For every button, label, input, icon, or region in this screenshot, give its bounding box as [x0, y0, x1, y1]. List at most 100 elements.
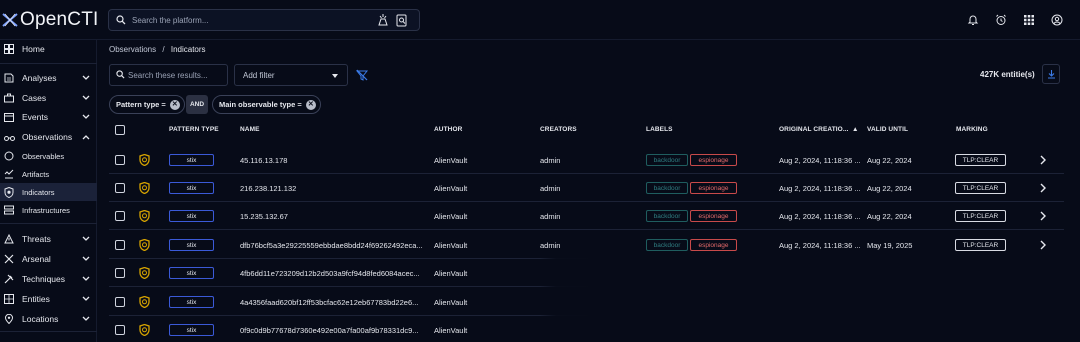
- global-search-input[interactable]: Search the platform...: [108, 9, 420, 31]
- sidebar-item-label: Locations: [22, 314, 59, 324]
- table-row[interactable]: stix 45.116.13.178 AlienVault admin backdoor…: [109, 146, 1064, 174]
- filter-chip-label: Pattern type =: [116, 100, 166, 109]
- sidebar-item-label: Analyses: [22, 73, 57, 83]
- locations-icon: [3, 313, 15, 325]
- chevron-right-icon[interactable]: [1039, 240, 1047, 250]
- sidebar-item-label: Observations: [22, 132, 73, 142]
- user-account-icon[interactable]: [1050, 13, 1064, 27]
- indicator-name: 4a4356faad620bf12ff53bcfac62e12eb67783bd…: [240, 298, 419, 307]
- chevron-right-icon[interactable]: [1039, 211, 1047, 221]
- filter-chip-pattern-type[interactable]: Pattern type = ✕: [109, 95, 185, 114]
- pattern-type-badge: stix: [169, 210, 214, 222]
- filter-operator-and[interactable]: AND: [186, 95, 208, 114]
- sort-ascending-icon[interactable]: ▲: [852, 126, 859, 133]
- indicator-name: 15.235.132.67: [240, 212, 288, 221]
- export-button[interactable]: [1042, 64, 1060, 84]
- label-backdoor: backdoor: [646, 182, 688, 194]
- threats-icon: [3, 233, 15, 245]
- row-checkbox[interactable]: [115, 325, 125, 335]
- pattern-type-badge: stix: [169, 324, 214, 336]
- results-search-input[interactable]: Search these results...: [109, 64, 228, 86]
- sidebar-item-label: Entities: [22, 294, 50, 304]
- add-filter-select[interactable]: Add filter: [234, 64, 348, 86]
- column-header-name[interactable]: NAME: [240, 126, 260, 133]
- artifacts-icon: [3, 168, 15, 180]
- sidebar-item-infrastructures[interactable]: Infrastructures: [0, 201, 97, 219]
- column-header-original-creation[interactable]: ORIGINAL CREATIO...: [779, 126, 849, 133]
- chevron-down-icon: [81, 93, 91, 103]
- row-checkbox[interactable]: [115, 268, 125, 278]
- chevron-up-icon: [81, 132, 91, 142]
- valid-until-cell: Aug 22, 2024: [867, 156, 912, 165]
- label-espionage: espionage: [690, 182, 737, 194]
- author-cell: AlienVault: [434, 212, 468, 221]
- sidebar-item-observables[interactable]: Observables: [0, 147, 97, 165]
- label-espionage: espionage: [690, 154, 737, 166]
- pattern-type-badge: stix: [169, 239, 214, 251]
- indicator-name: 45.116.13.178: [240, 156, 288, 165]
- sidebar-item-label: Indicators: [22, 187, 55, 197]
- column-header-author[interactable]: AUTHOR: [434, 126, 462, 133]
- clear-filters-icon[interactable]: [355, 68, 369, 82]
- sidebar-item-entities[interactable]: Entities: [0, 290, 97, 308]
- row-checkbox[interactable]: [115, 297, 125, 307]
- valid-until-cell: Aug 22, 2024: [867, 184, 912, 193]
- row-checkbox[interactable]: [115, 211, 125, 221]
- events-icon: [3, 111, 15, 123]
- remove-filter-icon[interactable]: ✕: [305, 99, 316, 110]
- sidebar-item-techniques[interactable]: Techniques: [0, 270, 97, 288]
- column-header-valid-until[interactable]: VALID UNTIL: [867, 126, 908, 133]
- indicator-shield-icon: [139, 210, 150, 222]
- row-checkbox[interactable]: [115, 183, 125, 193]
- marking-badge: TLP:CLEAR: [955, 239, 1006, 251]
- apps-grid-icon[interactable]: [1022, 13, 1036, 27]
- sidebar-item-events[interactable]: Events: [0, 108, 97, 126]
- sidebar-item-cases[interactable]: Cases: [0, 89, 97, 107]
- sidebar-item-locations[interactable]: Locations: [0, 310, 97, 328]
- cases-icon: [3, 92, 15, 104]
- sidebar-item-observations[interactable]: Observations: [0, 128, 97, 146]
- sidebar-item-arsenal[interactable]: Arsenal: [0, 250, 97, 268]
- sidebar-item-analyses[interactable]: Analyses: [0, 69, 97, 87]
- arsenal-icon: [3, 253, 15, 265]
- column-header-marking[interactable]: MARKING: [956, 126, 988, 133]
- sidebar-item-indicators[interactable]: Indicators: [0, 183, 97, 201]
- select-all-checkbox[interactable]: [115, 125, 125, 135]
- indicator-shield-icon: [139, 154, 150, 166]
- author-cell: AlienVault: [434, 269, 468, 278]
- sidebar-item-label: Cases: [22, 93, 47, 103]
- notifications-bell-icon[interactable]: [966, 13, 980, 27]
- sidebar-item-home[interactable]: Home: [0, 40, 97, 58]
- creator-cell: admin: [540, 184, 561, 193]
- chevron-down-icon: [81, 254, 91, 264]
- alarm-clock-icon[interactable]: [994, 13, 1008, 27]
- creator-cell: admin: [540, 156, 561, 165]
- dashboard-icon: [3, 43, 15, 55]
- table-row[interactable]: stix 15.235.132.67 AlienVault admin backdoor…: [109, 202, 1064, 230]
- column-header-labels[interactable]: LABELS: [646, 126, 673, 133]
- ask-ai-icon[interactable]: [377, 13, 389, 29]
- filter-chip-main-observable-type[interactable]: Main observable type = ✕: [212, 95, 321, 114]
- remove-filter-icon[interactable]: ✕: [169, 99, 180, 110]
- dropdown-arrow-icon: [332, 74, 338, 78]
- indicator-shield-icon: [139, 239, 150, 251]
- opencti-logo[interactable]: OpenCTI: [2, 7, 99, 33]
- chevron-right-icon[interactable]: [1039, 155, 1047, 165]
- table-row[interactable]: stix dfb76bcf5a3e29225559ebbdae8bdd24f692…: [109, 231, 1064, 259]
- sidebar-item-artifacts[interactable]: Artifacts: [0, 165, 97, 183]
- row-checkbox[interactable]: [115, 155, 125, 165]
- chevron-right-icon[interactable]: [1039, 183, 1047, 193]
- advanced-search-icon[interactable]: [396, 13, 408, 29]
- indicator-name: dfb76bcf5a3e29225559ebbdae8bdd24f6926249…: [240, 241, 423, 250]
- table-row[interactable]: stix 216.238.121.132 AlienVault admin backdo…: [109, 174, 1064, 202]
- column-header-pattern-type[interactable]: PATTERN TYPE: [169, 126, 219, 133]
- row-checkbox[interactable]: [115, 240, 125, 250]
- sidebar-item-threats[interactable]: Threats: [0, 230, 97, 248]
- column-header-creators[interactable]: CREATORS: [540, 126, 577, 133]
- loading-overlay: [540, 258, 1080, 342]
- breadcrumb-separator: /: [162, 45, 165, 54]
- sidebar-item-label: Artifacts: [22, 169, 50, 179]
- marking-badge: TLP:CLEAR: [955, 154, 1006, 166]
- valid-until-cell: May 19, 2025: [867, 241, 913, 250]
- breadcrumb-parent-link[interactable]: Observations: [109, 45, 156, 54]
